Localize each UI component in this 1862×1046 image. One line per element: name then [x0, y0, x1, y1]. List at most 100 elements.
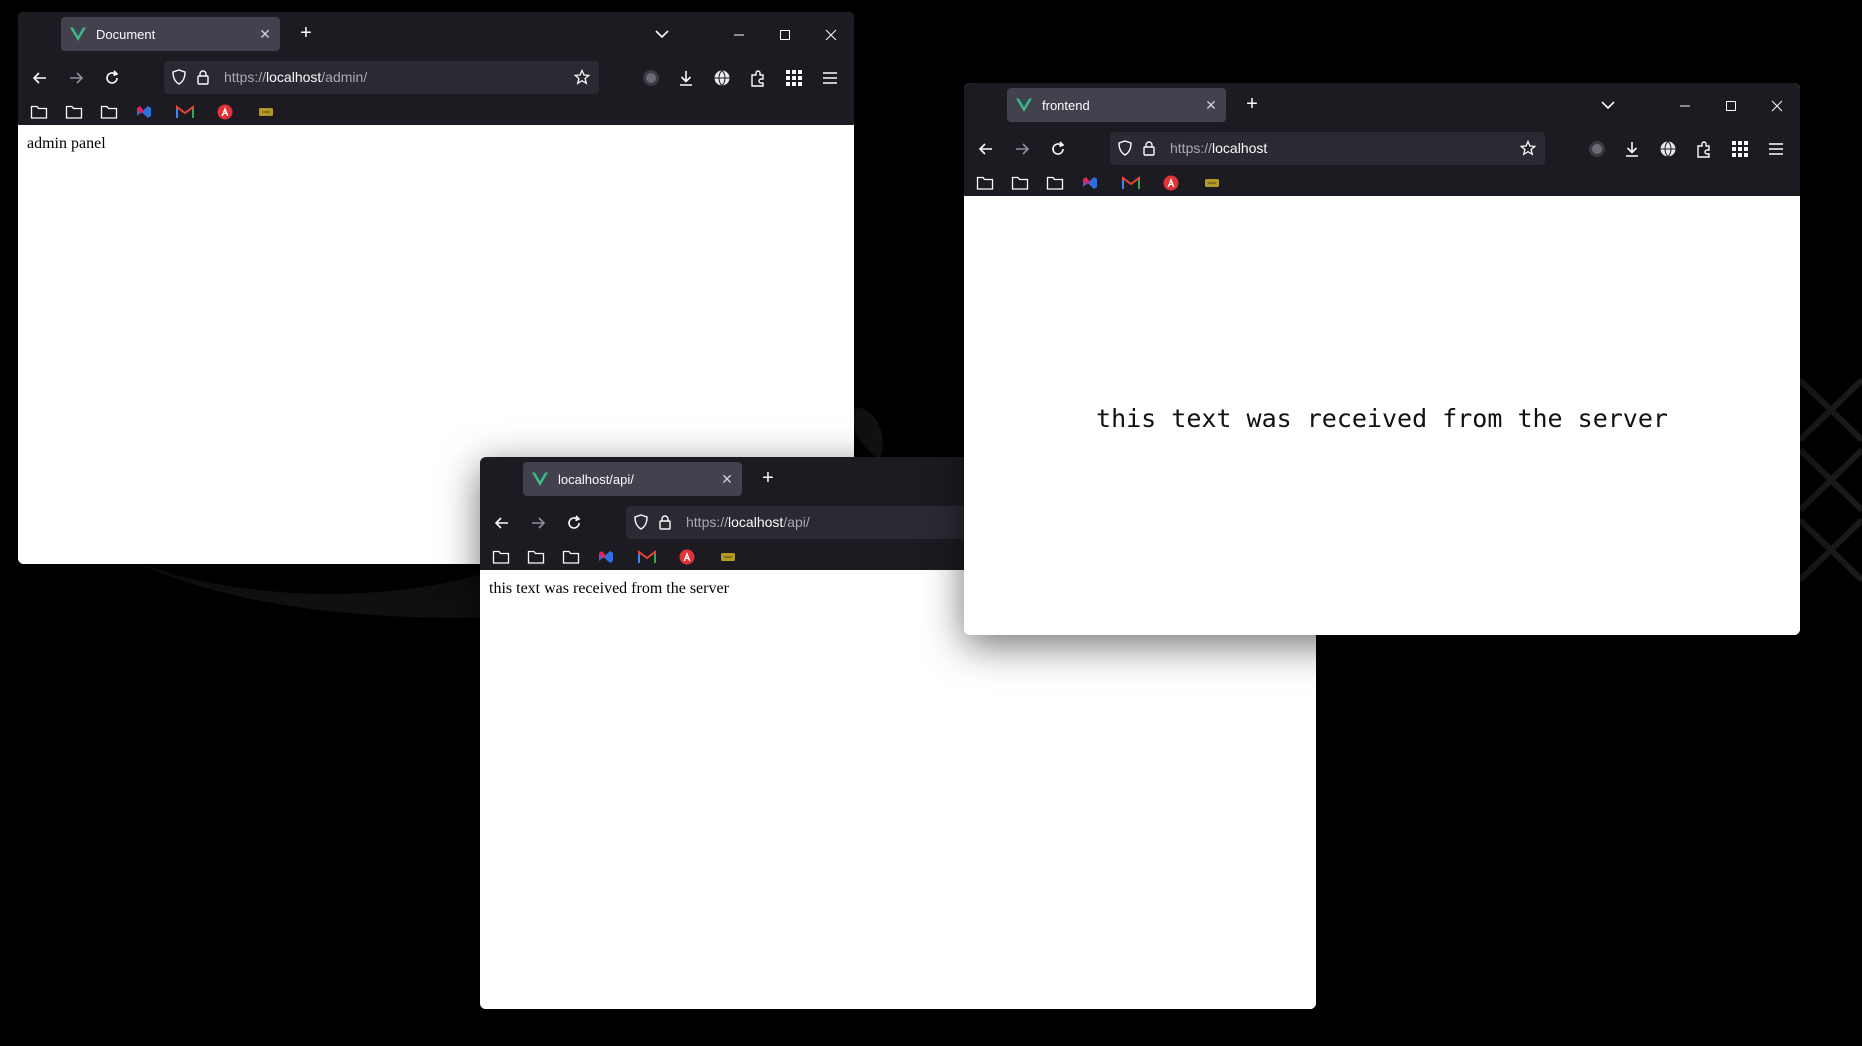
maximize-button[interactable] — [762, 12, 808, 57]
tab-document[interactable]: Document ✕ — [61, 17, 280, 51]
shield-icon[interactable] — [633, 514, 649, 530]
globe-icon[interactable] — [1656, 137, 1680, 161]
back-button[interactable] — [488, 509, 516, 537]
new-tab-button[interactable]: + — [756, 466, 780, 490]
reload-icon — [568, 515, 581, 529]
download-icon[interactable] — [674, 66, 698, 90]
minimize-button[interactable] — [716, 12, 762, 57]
vscode-icon[interactable] — [134, 102, 154, 122]
angular-icon[interactable] — [677, 547, 697, 567]
lock-icon[interactable] — [1141, 140, 1157, 156]
close-icon — [1771, 100, 1783, 111]
folder-icon[interactable] — [1010, 173, 1030, 193]
grid-icon[interactable] — [1728, 137, 1752, 161]
vue-logo-icon — [1016, 98, 1032, 112]
page-content: this text was received from the server — [480, 570, 1316, 1009]
api-response-text: this text was received from the server — [489, 580, 729, 597]
forward-arrow-icon — [1016, 143, 1030, 155]
folder-icon[interactable] — [29, 102, 49, 122]
folder-icon[interactable] — [526, 547, 546, 567]
globe-icon[interactable] — [710, 66, 734, 90]
reload-button[interactable] — [1044, 135, 1072, 163]
browser-chrome: Document ✕ + https://localhost/admin/ — [18, 12, 854, 125]
reload-icon — [1052, 141, 1065, 155]
gmail-icon[interactable] — [1121, 173, 1141, 193]
shield-icon[interactable] — [1117, 140, 1133, 156]
minimize-icon — [1680, 105, 1690, 106]
chevron-down-icon[interactable] — [1598, 95, 1618, 115]
tab-title: Document — [96, 26, 156, 42]
hamburger-menu-icon[interactable] — [1764, 137, 1788, 161]
forward-arrow-icon — [532, 517, 546, 529]
lock-icon[interactable] — [657, 514, 673, 530]
back-arrow-icon — [978, 143, 992, 155]
url-bar[interactable]: https://localhost/admin/ — [164, 61, 599, 94]
star-icon[interactable] — [1520, 140, 1536, 156]
ticket-icon[interactable] — [718, 547, 738, 567]
browser-window-frontend[interactable]: frontend ✕ + https://localhost this text… — [964, 83, 1800, 635]
grid-icon[interactable] — [782, 66, 806, 90]
url-host: localhost — [728, 514, 784, 530]
extensions-icon[interactable] — [746, 66, 770, 90]
reload-button[interactable] — [98, 64, 126, 92]
close-icon[interactable]: ✕ — [1198, 97, 1224, 114]
close-window-button[interactable] — [808, 12, 854, 57]
folder-icon[interactable] — [975, 173, 995, 193]
account-icon[interactable] — [639, 66, 663, 90]
close-icon[interactable]: ✕ — [252, 26, 278, 43]
tab-frontend[interactable]: frontend ✕ — [1007, 88, 1226, 122]
forward-button[interactable] — [524, 509, 552, 537]
folder-icon[interactable] — [561, 547, 581, 567]
folder-icon[interactable] — [1045, 173, 1065, 193]
hamburger-menu-icon[interactable] — [818, 66, 842, 90]
vscode-icon[interactable] — [1080, 173, 1100, 193]
url-protocol: https:// — [224, 69, 267, 85]
forward-arrow-icon — [70, 72, 84, 84]
folder-icon[interactable] — [64, 102, 84, 122]
admin-panel-text: admin panel — [27, 135, 106, 152]
lock-icon[interactable] — [195, 69, 211, 85]
ticket-icon[interactable] — [256, 102, 276, 122]
forward-button[interactable] — [62, 64, 90, 92]
minimize-button[interactable] — [1662, 83, 1708, 128]
ticket-icon[interactable] — [1202, 173, 1222, 193]
browser-chrome: frontend ✕ + https://localhost — [964, 83, 1800, 196]
url-bar[interactable]: https://localhost — [1110, 132, 1545, 165]
angular-icon[interactable] — [1161, 173, 1181, 193]
server-response-text: this text was received from the server — [1096, 404, 1668, 433]
tab-api[interactable]: localhost/api/ ✕ — [523, 462, 742, 496]
folder-icon[interactable] — [491, 547, 511, 567]
tab-bar: Document ✕ + — [18, 12, 854, 57]
gmail-icon[interactable] — [175, 102, 195, 122]
url-text: https://localhost/api/ — [686, 506, 810, 539]
maximize-button[interactable] — [1708, 83, 1754, 128]
url-host: localhost — [266, 69, 322, 85]
star-icon[interactable] — [574, 69, 590, 85]
shield-icon[interactable] — [171, 69, 187, 85]
minimize-icon — [734, 34, 744, 35]
folder-icon[interactable] — [99, 102, 119, 122]
vue-logo-icon — [532, 472, 548, 486]
download-icon[interactable] — [1620, 137, 1644, 161]
extensions-icon[interactable] — [1692, 137, 1716, 161]
back-button[interactable] — [26, 64, 54, 92]
new-tab-button[interactable]: + — [1240, 92, 1264, 116]
angular-icon[interactable] — [215, 102, 235, 122]
bookmarks-bar — [18, 99, 854, 125]
reload-icon — [106, 70, 119, 84]
url-text: https://localhost — [1170, 132, 1267, 165]
close-icon — [825, 29, 837, 40]
reload-button[interactable] — [560, 509, 588, 537]
url-text: https://localhost/admin/ — [224, 61, 367, 94]
close-window-button[interactable] — [1754, 83, 1800, 128]
navigation-toolbar: https://localhost/admin/ — [18, 57, 854, 99]
close-icon[interactable]: ✕ — [714, 471, 740, 488]
new-tab-button[interactable]: + — [294, 21, 318, 45]
back-button[interactable] — [972, 135, 1000, 163]
url-protocol: https:// — [1170, 140, 1213, 156]
chevron-down-icon[interactable] — [652, 24, 672, 44]
gmail-icon[interactable] — [637, 547, 657, 567]
forward-button[interactable] — [1008, 135, 1036, 163]
vscode-icon[interactable] — [596, 547, 616, 567]
account-icon[interactable] — [1585, 137, 1609, 161]
